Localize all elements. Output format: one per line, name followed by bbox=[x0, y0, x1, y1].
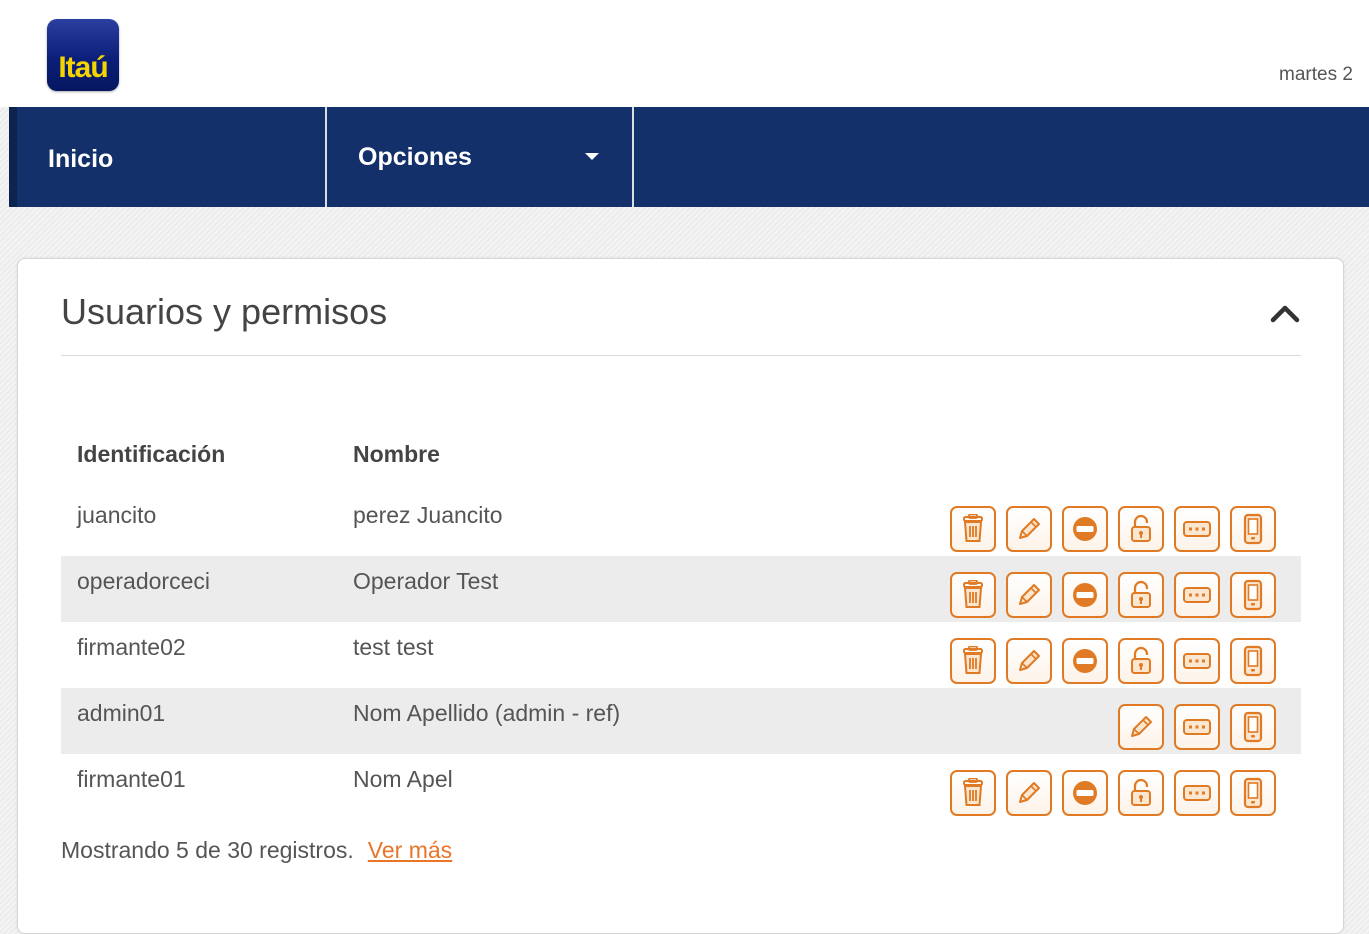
unlock-button[interactable] bbox=[1118, 572, 1164, 618]
pencil-icon bbox=[1019, 650, 1040, 671]
mobile-button[interactable] bbox=[1230, 638, 1276, 684]
row-actions bbox=[1118, 704, 1276, 750]
row-actions bbox=[950, 638, 1276, 684]
mobile-phone-icon bbox=[1243, 711, 1263, 743]
nav-item-label: Inicio bbox=[48, 144, 114, 173]
mobile-button[interactable] bbox=[1230, 572, 1276, 618]
password-button[interactable] bbox=[1174, 770, 1220, 816]
edit-button[interactable] bbox=[1006, 506, 1052, 552]
cell-identificacion: admin01 bbox=[77, 700, 166, 726]
nav-item-inicio[interactable]: Inicio bbox=[17, 107, 327, 207]
cell-nombre: perez Juancito bbox=[353, 502, 503, 528]
table-row: operadorceci Operador Test bbox=[61, 556, 1301, 622]
block-button[interactable] bbox=[1062, 506, 1108, 552]
cell-nombre: Nom Apel bbox=[353, 766, 453, 792]
column-header-identificacion: Identificación bbox=[77, 441, 226, 467]
edit-button[interactable] bbox=[1006, 638, 1052, 684]
nav-accent bbox=[9, 107, 17, 207]
pencil-icon bbox=[1019, 782, 1040, 803]
unlock-icon bbox=[1131, 514, 1151, 542]
password-icon bbox=[1183, 587, 1211, 603]
mobile-phone-icon bbox=[1243, 513, 1263, 545]
table-footer: Mostrando 5 de 30 registros. Ver más bbox=[61, 837, 452, 864]
delete-button[interactable] bbox=[950, 638, 996, 684]
password-button[interactable] bbox=[1174, 704, 1220, 750]
block-icon bbox=[1073, 781, 1097, 805]
trash-icon bbox=[963, 580, 983, 608]
cell-identificacion: firmante01 bbox=[77, 766, 186, 792]
cell-nombre: Operador Test bbox=[353, 568, 499, 594]
cell-identificacion: juancito bbox=[77, 502, 157, 528]
chevron-up-icon bbox=[1270, 305, 1300, 323]
top-header: Itaú martes 2 bbox=[0, 0, 1369, 107]
cell-nombre: test test bbox=[353, 634, 434, 660]
collapse-button[interactable] bbox=[1270, 301, 1300, 325]
trash-icon bbox=[963, 514, 983, 542]
unlock-button[interactable] bbox=[1118, 506, 1164, 552]
nav-item-opciones[interactable]: Opciones bbox=[327, 107, 632, 207]
caret-down-icon bbox=[585, 153, 599, 160]
edit-button[interactable] bbox=[1118, 704, 1164, 750]
table-row: firmante01 Nom Apel bbox=[61, 754, 1301, 820]
mobile-phone-icon bbox=[1243, 777, 1263, 809]
password-icon bbox=[1183, 719, 1211, 735]
logo-text: Itaú bbox=[58, 51, 108, 84]
cell-nombre: Nom Apellido (admin - ref) bbox=[353, 700, 621, 726]
main-nav: Inicio Opciones bbox=[9, 107, 1369, 207]
mobile-phone-icon bbox=[1243, 579, 1263, 611]
edit-button[interactable] bbox=[1006, 770, 1052, 816]
row-actions bbox=[950, 572, 1276, 618]
mobile-button[interactable] bbox=[1230, 506, 1276, 552]
block-icon bbox=[1073, 649, 1097, 673]
delete-button[interactable] bbox=[950, 770, 996, 816]
password-icon bbox=[1183, 521, 1211, 537]
block-button[interactable] bbox=[1062, 770, 1108, 816]
unlock-icon bbox=[1131, 646, 1151, 674]
password-icon bbox=[1183, 653, 1211, 669]
cell-identificacion: firmante02 bbox=[77, 634, 186, 660]
block-icon bbox=[1073, 583, 1097, 607]
pencil-icon bbox=[1131, 716, 1152, 737]
itau-logo[interactable]: Itaú bbox=[47, 19, 119, 91]
password-button[interactable] bbox=[1174, 638, 1220, 684]
column-header-nombre: Nombre bbox=[353, 441, 440, 467]
panel-title: Usuarios y permisos bbox=[61, 291, 388, 332]
block-icon bbox=[1073, 517, 1097, 541]
row-actions bbox=[950, 770, 1276, 816]
block-button[interactable] bbox=[1062, 572, 1108, 618]
see-more-link[interactable]: Ver más bbox=[368, 837, 452, 863]
table-row: firmante02 test test bbox=[61, 622, 1301, 688]
block-button[interactable] bbox=[1062, 638, 1108, 684]
panel-divider bbox=[61, 355, 1301, 356]
pencil-icon bbox=[1019, 584, 1040, 605]
records-count: Mostrando 5 de 30 registros. bbox=[61, 837, 354, 863]
current-date: martes 2 bbox=[1279, 64, 1353, 85]
trash-icon bbox=[963, 646, 983, 674]
edit-button[interactable] bbox=[1006, 572, 1052, 618]
cell-identificacion: operadorceci bbox=[77, 568, 210, 594]
nav-item-label: Opciones bbox=[358, 142, 472, 171]
unlock-button[interactable] bbox=[1118, 638, 1164, 684]
trash-icon bbox=[963, 778, 983, 806]
password-button[interactable] bbox=[1174, 506, 1220, 552]
pencil-icon bbox=[1019, 518, 1040, 539]
table-row: juancito perez Juancito bbox=[61, 490, 1301, 556]
row-actions bbox=[950, 506, 1276, 552]
unlock-icon bbox=[1131, 778, 1151, 806]
mobile-phone-icon bbox=[1243, 645, 1263, 677]
mobile-button[interactable] bbox=[1230, 770, 1276, 816]
users-panel: Usuarios y permisos Identificación Nombr… bbox=[17, 258, 1344, 934]
password-button[interactable] bbox=[1174, 572, 1220, 618]
nav-divider bbox=[632, 107, 634, 207]
delete-button[interactable] bbox=[950, 572, 996, 618]
unlock-button[interactable] bbox=[1118, 770, 1164, 816]
table-row: admin01 Nom Apellido (admin - ref) bbox=[61, 688, 1301, 754]
delete-button[interactable] bbox=[950, 506, 996, 552]
mobile-button[interactable] bbox=[1230, 704, 1276, 750]
password-icon bbox=[1183, 785, 1211, 801]
unlock-icon bbox=[1131, 580, 1151, 608]
